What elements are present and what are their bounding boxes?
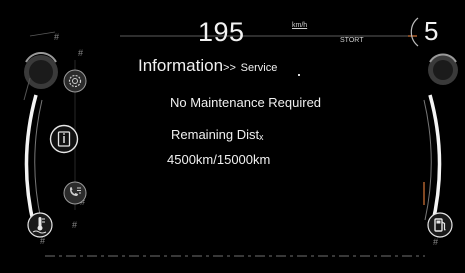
svg-text:#: # (54, 32, 59, 42)
remaining-distance-value: 4500km/15000km (167, 152, 271, 167)
info-icon[interactable] (49, 124, 79, 159)
gear-arc (410, 17, 419, 47)
menu-title-separator: >> (223, 62, 236, 74)
gear-indicator: 5 (424, 16, 439, 46)
speed-value: 195 (198, 17, 245, 47)
menu-title: Information>> Service (138, 56, 277, 76)
menu-title-sub: Service (240, 62, 278, 74)
svg-text:#: # (72, 220, 77, 230)
drive-mode: STORT (340, 37, 364, 44)
menu-title-main: Information (138, 56, 224, 75)
fuel-icon (427, 212, 453, 243)
svg-text:#: # (78, 48, 83, 58)
phone-list-icon[interactable] (62, 180, 88, 211)
speed-unit: km/h (292, 22, 308, 29)
remaining-distance-label: Remaining Distₓ (171, 127, 264, 142)
instrument-cluster: # # # # # # 195 km/h STORT 5 Information… (0, 0, 465, 273)
maintenance-status: No Maintenance Required (170, 95, 322, 110)
coolant-temperature-icon (27, 212, 53, 243)
indicator-dot (298, 74, 300, 76)
gear-icon[interactable] (62, 68, 88, 99)
